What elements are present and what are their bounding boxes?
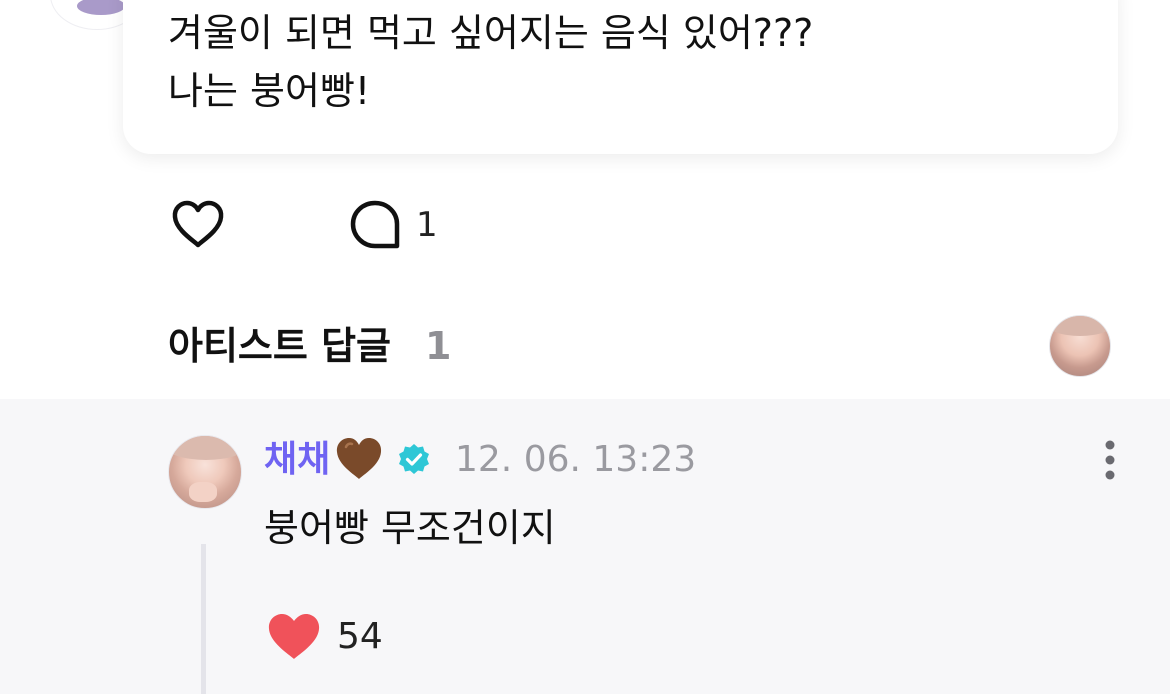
- speech-bubble-icon: [350, 200, 400, 249]
- avatar-image-fragment: [189, 482, 217, 502]
- post-text-line-1: 겨울이 되면 먹고 싶어지는 음식 있어???: [168, 11, 814, 55]
- artist-replies-count: 1: [425, 324, 452, 368]
- more-vertical-icon: [1105, 440, 1115, 480]
- more-options-button[interactable]: [1098, 439, 1122, 483]
- avatar-image-fragment: [77, 0, 125, 15]
- reply-author-avatar[interactable]: [168, 435, 242, 509]
- reply-like-count: 54: [337, 616, 383, 657]
- like-button[interactable]: [170, 199, 226, 251]
- post-text-line-2: 나는 붕어빵!: [168, 69, 371, 113]
- artist-replies-title: 아티스트 답글: [168, 324, 391, 368]
- reply-like-button[interactable]: [266, 611, 322, 663]
- reply-author-name[interactable]: 채채: [264, 438, 330, 482]
- brown-heart-icon: [334, 435, 384, 483]
- comment-count: 1: [416, 205, 438, 245]
- reply-text: 붕어빵 무조건이지: [264, 506, 556, 550]
- thread-line: [201, 544, 206, 694]
- avatar-image-fragment: [1050, 316, 1110, 336]
- avatar-image-fragment: [169, 436, 241, 460]
- artist-avatar-thumbnail[interactable]: [1049, 315, 1111, 377]
- heart-filled-icon: [268, 614, 320, 659]
- reply-timestamp: 12. 06. 13:23: [455, 439, 697, 480]
- verified-badge-icon: [396, 442, 432, 478]
- heart-outline-icon: [172, 200, 224, 248]
- comment-button[interactable]: [348, 199, 402, 251]
- post-text: 겨울이 되면 먹고 싶어지는 음식 있어??? 나는 붕어빵!: [168, 4, 813, 120]
